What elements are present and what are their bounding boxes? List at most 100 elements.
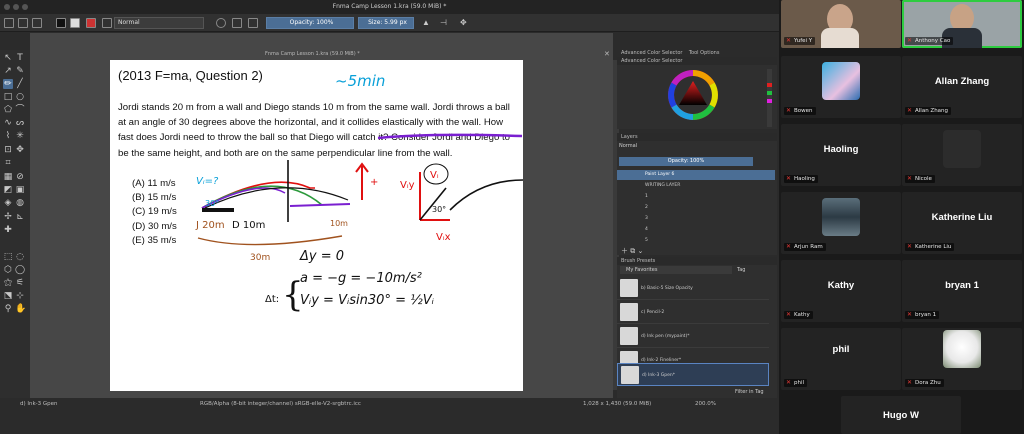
bezier-tool-icon[interactable]: ∿ <box>3 118 13 128</box>
handwritten-annotations: ~5min Vᵢ=? 30° J 20m D 10m 10m 30m + Vᵢy… <box>195 72 523 315</box>
brush-preset-selected[interactable]: d) Ink-3 Gpen* <box>617 363 769 386</box>
layer-row[interactable]: Paint Layer 6 <box>617 170 775 180</box>
magnetic-select-icon[interactable]: ⊹ <box>15 291 25 301</box>
status-zoom[interactable]: 200.0% <box>695 398 716 410</box>
tab-advanced-color[interactable]: Advanced Color Selector <box>621 50 682 56</box>
reset-brush-icon[interactable] <box>248 18 258 28</box>
gradient-icon[interactable] <box>86 18 96 28</box>
pan-tool-icon[interactable]: ✋ <box>15 304 26 314</box>
mirror-vertical-icon[interactable]: ⊣ <box>440 18 450 28</box>
layers-blend-mode[interactable]: Normal <box>619 143 637 149</box>
zoom-tool-icon[interactable]: ⚲ <box>3 304 13 314</box>
opacity-slider[interactable]: Opacity: 100% <box>266 17 354 29</box>
fill-tool-icon[interactable]: ◈ <box>3 198 13 208</box>
freehand-brush-icon[interactable]: ✏ <box>3 79 13 89</box>
layer-row[interactable]: 5 <box>617 236 775 246</box>
similar-select-icon[interactable]: ⚟ <box>15 278 25 288</box>
crop-tool-icon[interactable]: ⌗ <box>3 158 13 168</box>
video-tile-anthony[interactable]: ✕ Anthony Cao <box>902 0 1022 48</box>
tile-katherine[interactable]: Katherine Liu ✕ Katherine Liu <box>902 192 1022 254</box>
line-tool-icon[interactable]: ╱ <box>15 79 25 89</box>
freehand-path-icon[interactable]: ᔕ <box>15 118 25 128</box>
color-sampler-icon[interactable]: ⊘ <box>15 172 25 182</box>
wrap-around-icon[interactable]: ✥ <box>460 18 470 28</box>
avatar <box>943 130 981 168</box>
ellipse-tool-icon[interactable]: ○ <box>15 92 25 102</box>
save-icon[interactable] <box>32 18 42 28</box>
tab-tool-options[interactable]: Tool Options <box>689 50 720 56</box>
edit-shapes-icon[interactable]: ↗ <box>3 66 13 76</box>
vix-label: Vᵢx <box>436 232 451 243</box>
polygon-tool-icon[interactable]: ⬠ <box>3 105 13 115</box>
document-page[interactable]: (2013 F=ma, Question 2) Jordi stands 20 … <box>110 60 523 391</box>
assistant-tool-icon[interactable]: ✢ <box>3 212 13 222</box>
tile-allan[interactable]: Allan Zhang ✕ Allan Zhang <box>902 56 1022 118</box>
enclose-fill-icon[interactable]: ◍ <box>15 198 25 208</box>
pattern-icon[interactable] <box>102 18 112 28</box>
multibrush-icon[interactable]: ✳ <box>15 131 25 141</box>
bezier-select-icon[interactable]: ⬔ <box>3 291 13 301</box>
participant-tag: ✕ Arjun Ram <box>784 243 826 251</box>
calligraphy-icon[interactable]: ✎ <box>15 66 25 76</box>
size-slider[interactable]: Size: 5.99 px <box>358 17 414 29</box>
mic-off-icon: ✕ <box>786 37 792 44</box>
ellipse-select-icon[interactable]: ◌ <box>15 252 25 262</box>
color-wheel[interactable] <box>617 65 777 129</box>
tile-hugo[interactable]: Hugo W <box>841 396 961 434</box>
text-tool-icon[interactable]: T <box>15 53 25 63</box>
tile-haoling[interactable]: Haoling ✕ Haoling <box>781 124 901 186</box>
rectangle-tool-icon[interactable]: □ <box>3 92 13 102</box>
polyline-tool-icon[interactable]: ⌒ <box>15 105 25 115</box>
favorites-select[interactable]: My Favorites <box>620 266 732 274</box>
layer-row[interactable]: 3 <box>617 214 775 224</box>
tile-arjun[interactable]: ✕ Arjun Ram <box>781 192 901 254</box>
tile-nicole[interactable]: ✕ Nicole <box>902 124 1022 186</box>
tile-bryan[interactable]: bryan 1 ✕ bryan 1 <box>902 260 1022 322</box>
window-titlebar[interactable]: Fnma Camp Lesson 1.kra (59.0 MiB) * <box>0 0 779 14</box>
open-document-icon[interactable] <box>18 18 28 28</box>
participant-name: Allan Zhang <box>934 76 990 87</box>
transform-tool-icon[interactable]: ⊡ <box>3 145 13 155</box>
brush-preset[interactable]: b) Basic-5 Size Opacity <box>617 277 769 300</box>
dynamic-brush-icon[interactable]: ⌇ <box>3 131 13 141</box>
gradient-tool-icon[interactable]: ▦ <box>3 172 13 182</box>
tile-dora[interactable]: ✕ Dora Zhu <box>902 328 1022 390</box>
participant-tag: ✕ bryan 1 <box>905 311 940 319</box>
layer-row[interactable]: WRITING LAYER <box>617 181 775 191</box>
contiguous-select-icon[interactable]: ⚝ <box>3 278 13 288</box>
blend-mode-select[interactable]: Normal <box>114 17 204 29</box>
background-color-icon[interactable] <box>70 18 80 28</box>
reference-images-icon[interactable]: ✚ <box>3 225 13 235</box>
layers-opacity[interactable]: Opacity: 100% <box>619 157 753 166</box>
add-layer-icon[interactable]: ＋ ⧉ ⌄ <box>621 246 643 256</box>
colorize-mask-icon[interactable]: ◩ <box>3 185 13 195</box>
layer-row[interactable]: 1 <box>617 192 775 202</box>
new-document-icon[interactable] <box>4 18 14 28</box>
smart-patch-icon[interactable]: ▣ <box>15 185 25 195</box>
tile-kathy[interactable]: Kathy ✕ Kathy <box>781 260 901 322</box>
brush-preset[interactable]: c) Pencil-2 <box>617 301 769 324</box>
select-shapes-icon[interactable]: ↖ <box>3 53 13 63</box>
window-controls[interactable] <box>4 4 28 10</box>
brush-preset[interactable]: d) Ink pen (mypaint)* <box>617 325 769 348</box>
rectangle-select-icon[interactable]: ⬚ <box>3 252 13 262</box>
video-tile-yufei[interactable]: ✕ Yufei Y <box>781 0 901 48</box>
measure-tool-icon[interactable]: ⊾ <box>15 212 25 222</box>
layer-row[interactable]: 4 <box>617 225 775 235</box>
close-tab-icon[interactable]: ✕ <box>604 50 610 58</box>
layer-row[interactable]: 2 <box>617 203 775 213</box>
preserve-alpha-icon[interactable] <box>232 18 242 28</box>
freehand-select-icon[interactable]: ◯ <box>15 265 25 275</box>
eraser-icon[interactable] <box>216 18 226 28</box>
tile-bowen[interactable]: ✕ Bowen <box>781 56 901 118</box>
polygon-select-icon[interactable]: ⬡ <box>3 265 13 275</box>
tile-phil[interactable]: phil ✕ phil <box>781 328 901 390</box>
mirror-horizontal-icon[interactable]: ▲ <box>422 18 432 28</box>
document-tab[interactable]: Fnma Camp Lesson 1.kra (59.0 MiB) * <box>265 51 385 59</box>
participant-name: Hugo W <box>883 410 919 421</box>
tag-button[interactable]: Tag <box>737 266 745 274</box>
move-tool-icon[interactable]: ✥ <box>15 145 25 155</box>
foreground-color-icon[interactable] <box>56 18 66 28</box>
filter-in-tag-checkbox[interactable]: Filter in Tag <box>735 389 764 395</box>
toolbox: ↖ T ↗ ✎ ✏ ╱ □ ○ ⬠ ⌒ ∿ ᔕ ⌇ ✳ ⊡ ✥ ⌗ ▦ ⊘ ◩ … <box>0 50 30 398</box>
